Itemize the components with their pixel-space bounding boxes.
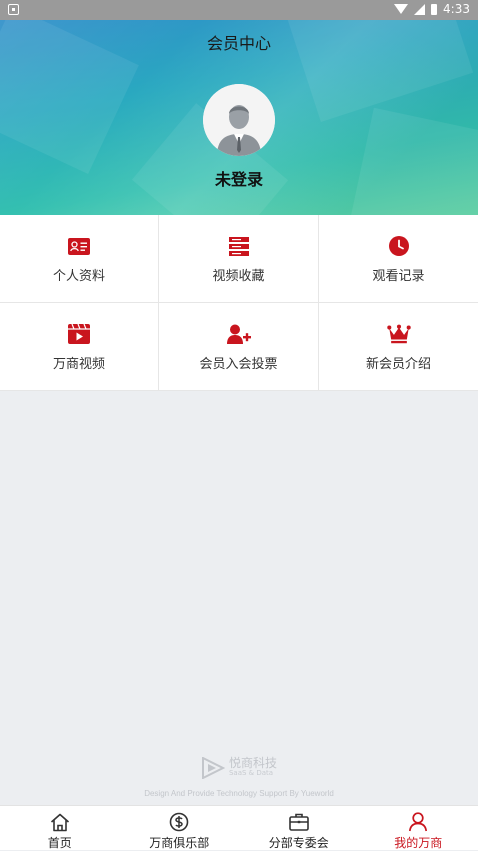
menu-item-vote[interactable]: 会员入会投票 <box>159 303 319 391</box>
default-avatar-icon <box>203 84 275 156</box>
menu-item-history[interactable]: 观看记录 <box>319 215 478 303</box>
user-add-icon <box>227 323 251 345</box>
video-icon <box>67 323 91 345</box>
menu-item-label: 视频收藏 <box>159 265 318 284</box>
member-header: 会员中心 未登录 <box>0 20 478 215</box>
briefcase-icon <box>288 812 310 832</box>
menu-item-favorites[interactable]: 视频收藏 <box>159 215 319 303</box>
tab-branch-committee[interactable]: 分部专委会 <box>239 806 359 850</box>
wifi-icon <box>394 4 408 14</box>
menu-item-label: 会员入会投票 <box>159 353 318 372</box>
menu-item-label: 个人资料 <box>0 265 158 284</box>
menu-item-profile[interactable]: 个人资料 <box>0 215 159 303</box>
menu-item-new-members[interactable]: 新会员介绍 <box>319 303 478 391</box>
tab-home[interactable]: 首页 <box>0 806 120 850</box>
login-status[interactable]: 未登录 <box>0 166 478 190</box>
clock-icon <box>387 235 411 257</box>
watermark-sub: SaaS & Data <box>229 768 277 778</box>
battery-icon <box>431 4 437 15</box>
tab-label: 分部专委会 <box>239 834 359 851</box>
status-time: 4:33 <box>443 2 470 16</box>
list-icon <box>227 235 251 257</box>
tab-label: 首页 <box>0 834 120 851</box>
tab-club[interactable]: 万商俱乐部 <box>120 806 240 850</box>
id-card-icon <box>67 235 91 257</box>
status-bar: 4:33 <box>0 0 478 20</box>
user-icon <box>407 812 429 832</box>
play-logo-icon <box>201 757 225 779</box>
dollar-circle-icon <box>168 812 190 832</box>
menu-item-videos[interactable]: 万商视频 <box>0 303 159 391</box>
menu-item-label: 新会员介绍 <box>319 353 478 372</box>
signal-icon <box>414 4 425 15</box>
home-icon <box>49 812 71 832</box>
bottom-tab-bar: 首页 万商俱乐部 分部专委会 我的万商 <box>0 805 478 850</box>
menu-item-label: 万商视频 <box>0 353 158 372</box>
page-title: 会员中心 <box>0 30 478 54</box>
watermark-credit: Design And Provide Technology Support By… <box>0 789 478 798</box>
tab-my[interactable]: 我的万商 <box>359 806 478 850</box>
member-menu-grid: 个人资料 视频收藏 观看记录 万商视频 会员入会投票 新会员介绍 <box>0 215 478 391</box>
crown-icon <box>387 323 411 345</box>
tab-label: 我的万商 <box>359 834 478 851</box>
menu-item-label: 观看记录 <box>319 265 478 284</box>
watermark: 悦商科技 SaaS & Data Design And Provide Tech… <box>0 757 478 798</box>
avatar[interactable] <box>203 84 275 156</box>
notification-icon <box>8 4 19 15</box>
tab-label: 万商俱乐部 <box>120 834 240 851</box>
watermark-brand: 悦商科技 <box>229 758 277 768</box>
